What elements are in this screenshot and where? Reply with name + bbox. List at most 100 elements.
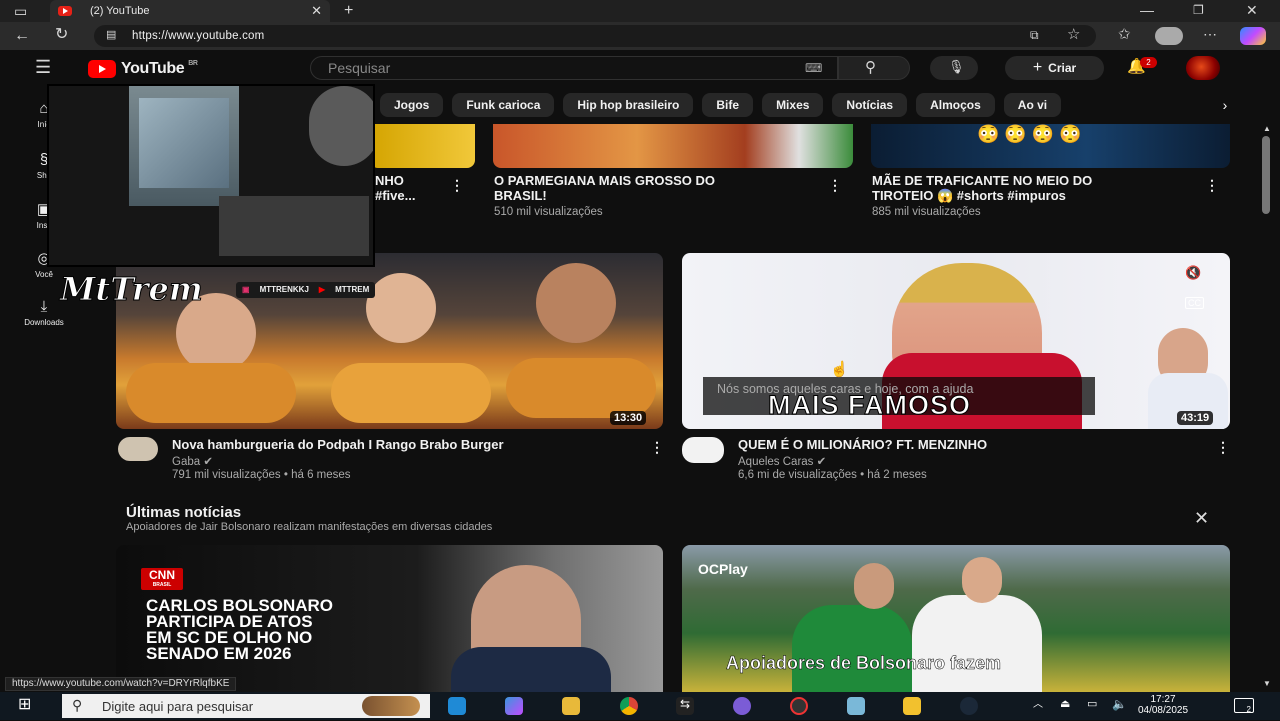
obs-app-icon[interactable]	[790, 697, 808, 715]
steam-app-icon[interactable]	[960, 697, 978, 715]
chrome-app-icon[interactable]	[620, 697, 638, 715]
tray-chevron-icon[interactable]: ︿	[1033, 700, 1043, 710]
chip-ao-vivo[interactable]: Ao vi	[1003, 93, 1062, 117]
keyboard-icon[interactable]: ⌨	[805, 62, 822, 74]
scrollbar-thumb[interactable]	[1262, 136, 1270, 214]
maximize-icon[interactable]: ❐	[1193, 4, 1204, 16]
window-close-icon[interactable]: ✕	[1246, 3, 1258, 17]
video-thumbnail-milionario[interactable]: Nós somos aqueles caras e hoje, com a aj…	[682, 253, 1230, 429]
verified-icon: ✔	[816, 456, 827, 468]
video-menu-icon[interactable]: ⋮	[1216, 439, 1230, 456]
chip-almocos[interactable]: Almoços	[916, 93, 995, 117]
file-explorer-icon[interactable]	[562, 697, 580, 715]
account-avatar[interactable]	[1186, 56, 1220, 80]
tab-actions-icon[interactable]: ▭	[14, 4, 27, 18]
copilot-icon[interactable]	[1240, 27, 1266, 45]
copilot-app-icon[interactable]	[505, 697, 523, 715]
taskbar-search-input[interactable]: ⚲ Digite aqui para pesquisar	[62, 694, 430, 718]
site-info-icon[interactable]: ▤	[106, 30, 117, 41]
usb-icon[interactable]: ⏏	[1060, 699, 1070, 710]
face-shape	[536, 263, 616, 343]
emoji-faces-icon: 😳😳😳😳	[977, 124, 1087, 144]
chip-jogos[interactable]: Jogos	[380, 93, 444, 117]
create-button[interactable]: + Criar	[1005, 56, 1104, 80]
channel-name[interactable]: Aqueles Caras ✔	[738, 455, 826, 469]
channel-name[interactable]: Gaba ✔	[172, 455, 213, 469]
youtube-play-icon	[88, 60, 116, 78]
plus-icon: +	[1032, 59, 1043, 76]
refresh-icon[interactable]: ↻	[55, 27, 68, 43]
news-headline: CARLOS BOLSONARO PARTICIPA DE ATOS EM SC…	[146, 596, 333, 663]
news-card-cplay[interactable]: OCPlay Apoiadores de Bolsonaro fazem	[682, 545, 1230, 692]
video-meta: 6,6 mi de visualizações • há 2 meses	[738, 469, 927, 481]
chip-hip-hop[interactable]: Hip hop brasileiro	[563, 93, 694, 117]
hand-cursor-icon: ☝	[830, 361, 849, 378]
news-card-cnn[interactable]: CNN BRASIL CARLOS BOLSONARO PARTICIPA DE …	[116, 545, 663, 692]
video-thumbnail[interactable]	[493, 124, 853, 168]
video-thumbnail[interactable]	[370, 124, 475, 168]
video-menu-icon[interactable]: ⋮	[1205, 177, 1219, 194]
windows-start-icon[interactable]: ⊞	[18, 697, 31, 713]
taskbar-clock[interactable]: 17:27 04/08/2025	[1134, 694, 1192, 716]
app-icon[interactable]	[903, 697, 921, 715]
video-menu-icon[interactable]: ⋮	[650, 439, 664, 456]
video-thumbnail[interactable]: 😳😳😳😳	[871, 124, 1230, 168]
notes-app-icon[interactable]	[847, 697, 865, 715]
create-label: Criar	[1048, 61, 1077, 75]
country-code: BR	[188, 60, 198, 67]
minimize-icon[interactable]: —	[1140, 3, 1154, 17]
network-icon[interactable]: ▭	[1087, 699, 1097, 710]
search-button[interactable]: ⚲	[838, 56, 910, 80]
tab-close-icon[interactable]: ✕	[311, 3, 322, 19]
streamer-name: MtTrem	[60, 270, 204, 309]
clock-date: 04/08/2025	[1137, 705, 1189, 716]
video-title[interactable]: MÃE DE TRAFICANTE NO MEIO DO TIROTEIO 😱 #…	[872, 173, 1192, 203]
video-menu-icon[interactable]: ⋮	[828, 177, 842, 194]
voice-search-button[interactable]: 🎙	[930, 56, 978, 80]
favorites-icon[interactable]: ✩	[1118, 27, 1131, 42]
search-highlight-owl-icon	[362, 696, 420, 716]
capcut-app-icon[interactable]: ⇆	[676, 697, 694, 715]
chips-next-icon[interactable]: ›	[1212, 94, 1238, 116]
webcam-overlay	[47, 84, 375, 267]
favorite-star-icon[interactable]: ☆	[1067, 27, 1080, 42]
scroll-down-icon[interactable]: ▼	[1263, 680, 1271, 688]
captions-icon[interactable]: CC	[1185, 297, 1204, 309]
url-field[interactable]: ▤ https://www.youtube.com	[94, 25, 1096, 47]
channel-avatar[interactable]	[682, 437, 724, 463]
discord-app-icon[interactable]	[733, 697, 751, 715]
video-title[interactable]: Nova hamburgueria do Podpah I Rango Brab…	[172, 437, 504, 452]
cplay-logo: OCPlay	[698, 561, 748, 577]
new-tab-icon[interactable]: +	[344, 3, 353, 19]
close-icon[interactable]: ✕	[1194, 508, 1209, 529]
clock-time: 17:27	[1150, 694, 1176, 705]
video-menu-icon[interactable]: ⋮	[450, 177, 464, 194]
edge-app-icon[interactable]	[448, 697, 466, 715]
mic-icon: 🎙	[948, 59, 965, 74]
video-meta: 791 mil visualizações • há 6 meses	[172, 469, 351, 481]
search-input[interactable]: Pesquisar ⌨	[310, 56, 838, 80]
youtube-logo[interactable]: YouTube BR	[88, 60, 198, 78]
chip-bife[interactable]: Bife	[702, 93, 754, 117]
app-available-icon[interactable]: ⧉	[1030, 29, 1039, 41]
streamer-branding: MtTrem ▣ MTTRENKKJ ▶ MTTREM	[60, 270, 376, 312]
browser-tab[interactable]: (2) YouTube ✕	[50, 0, 330, 22]
face-shape	[854, 563, 894, 609]
chip-funk-carioca[interactable]: Funk carioca	[452, 93, 555, 117]
chip-noticias[interactable]: Notícias	[832, 93, 908, 117]
back-icon[interactable]: ←	[14, 28, 30, 44]
menu-icon[interactable]: ☰	[35, 58, 51, 76]
scroll-up-icon[interactable]: ▲	[1263, 125, 1271, 133]
profile-icon[interactable]	[1155, 27, 1183, 45]
channel-avatar[interactable]	[118, 437, 158, 461]
more-menu-icon[interactable]: ⋯	[1203, 27, 1217, 41]
filter-chips: Jogos Funk carioca Hip hop brasileiro Bi…	[380, 93, 1260, 117]
video-title[interactable]: O PARMEGIANA MAIS GROSSO DO BRASIL!	[494, 173, 804, 203]
person-shirt	[912, 595, 1042, 692]
notification-center-icon[interactable]: 2	[1234, 698, 1254, 714]
mute-icon[interactable]: 🔇	[1185, 265, 1201, 281]
video-title[interactable]: NHO #five...	[375, 173, 415, 203]
volume-icon[interactable]: 🔈	[1112, 698, 1127, 710]
chip-mixes[interactable]: Mixes	[762, 93, 824, 117]
video-title[interactable]: QUEM É O MILIONÁRIO? FT. MENZINHO	[738, 437, 987, 452]
